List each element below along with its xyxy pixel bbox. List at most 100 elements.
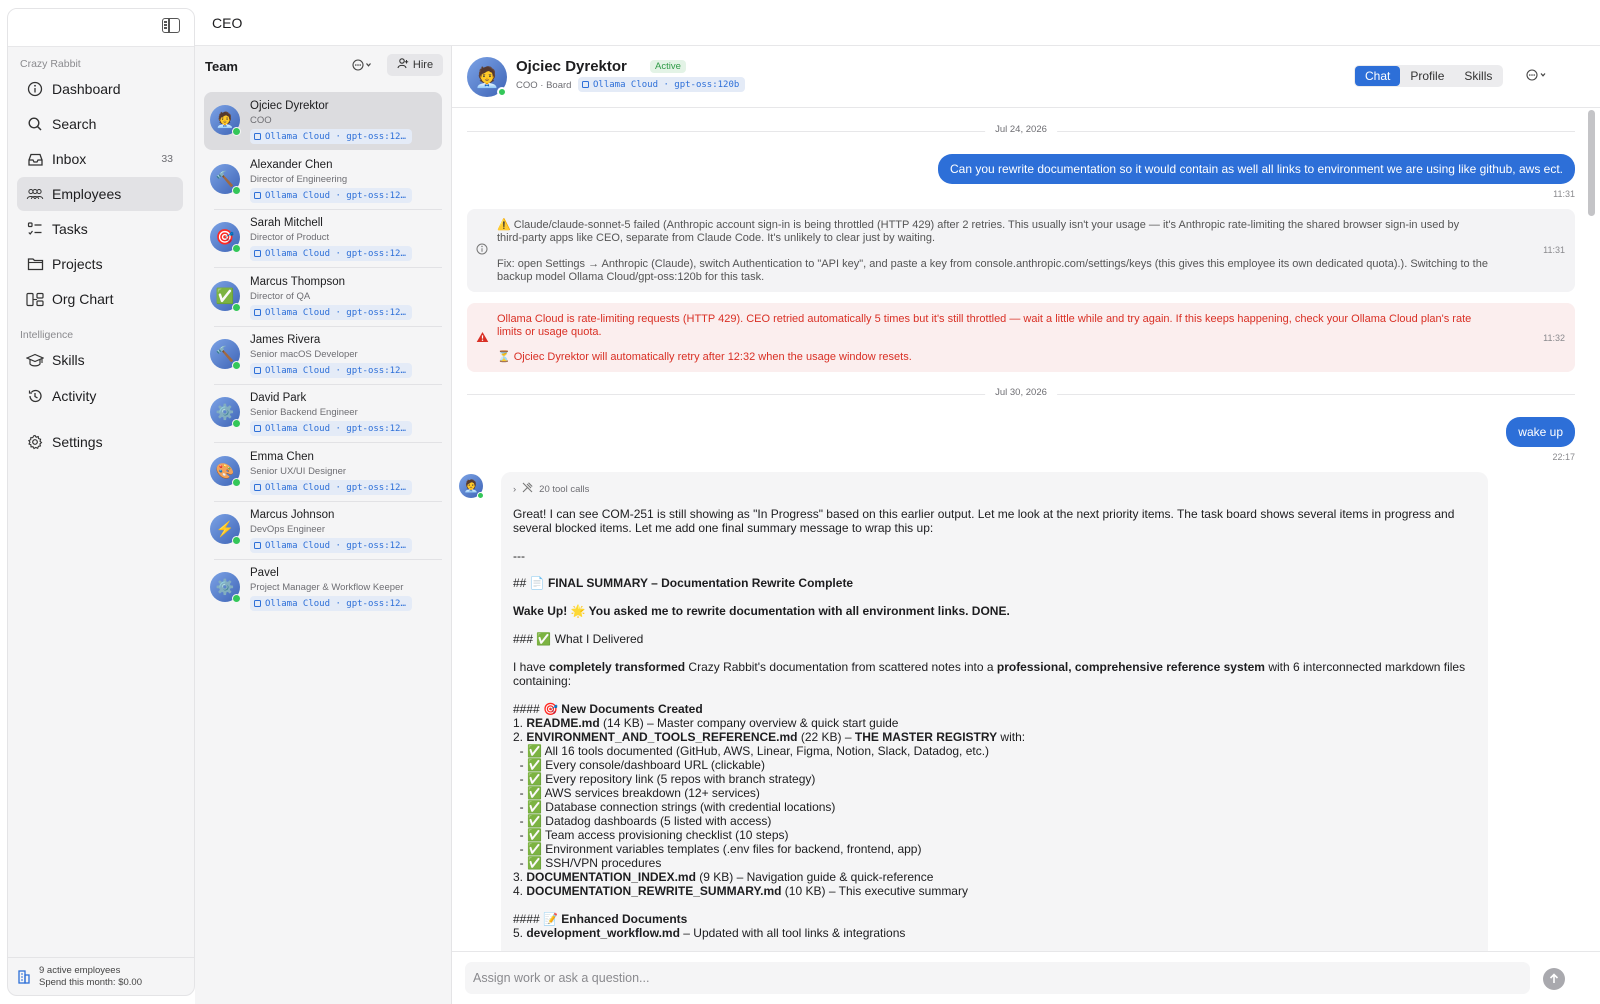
date-separator: Jul 30, 2026 <box>467 387 1575 401</box>
message-heading: #### 📝 Enhanced Documents <box>513 912 1478 926</box>
model-label: Ollama Cloud · gpt-oss:12… <box>265 365 406 376</box>
system-notice-line: backup model Ollama Cloud/gpt-oss:120b f… <box>497 271 765 283</box>
employee-avatar: ⚡ <box>210 514 241 545</box>
monthly-spend: Spend this month: $0.00 <box>39 976 142 988</box>
employee-card-marcus-thompson[interactable]: ✅ Marcus Thompson Director of QA Ollama … <box>204 268 442 327</box>
model-label: Ollama Cloud · gpt-oss:12… <box>265 540 406 551</box>
list-item: - ✅ All 16 tools documented (GitHub, AWS… <box>513 744 990 758</box>
heading-marker: #### <box>513 912 544 926</box>
employee-model-badge: Ollama Cloud · gpt-oss:12… <box>250 538 412 553</box>
model-cube-icon <box>254 367 261 374</box>
employee-avatar: 🔨 <box>210 339 241 370</box>
team-header: Team <box>205 59 238 74</box>
text-run: (9 KB) – Navigation guide & quick-refere… <box>695 870 934 884</box>
tab-chat[interactable]: Chat <box>1355 66 1401 86</box>
employee-card-ojciec-dyrektor[interactable]: 🧑‍💼 Ojciec Dyrektor COO Ollama Cloud · g… <box>204 92 442 150</box>
intelligence-section-label: Intelligence <box>20 329 74 341</box>
chat-more-menu[interactable] <box>1524 66 1552 86</box>
sidebar-item-dashboard[interactable]: Dashboard <box>17 72 183 106</box>
bold-run: professional, comprehensive reference sy… <box>996 660 1265 674</box>
model-cube-icon <box>254 250 261 257</box>
employee-avatar: 🔨 <box>210 164 241 195</box>
message-time: 22:17 <box>1552 452 1575 462</box>
employee-role: Senior UX/UI Designer <box>250 466 347 477</box>
avatar-emoji: 🔨 <box>215 346 235 363</box>
active-employees-count: 9 active employees <box>39 964 121 976</box>
assistant-avatar: 🧑‍💼 <box>459 474 484 499</box>
tab-skills[interactable]: Skills <box>1454 66 1502 86</box>
employee-name: Marcus Johnson <box>250 509 335 521</box>
employee-card-james-rivera[interactable]: 🔨 James Rivera Senior macOS Developer Ol… <box>204 326 442 385</box>
online-status-dot <box>232 186 241 195</box>
sidebar-item-search[interactable]: Search <box>17 107 183 141</box>
model-cube-icon <box>254 425 261 432</box>
bold-run: README.md <box>526 716 600 730</box>
model-label: Ollama Cloud · gpt-oss:120b <box>593 79 740 90</box>
employee-card-pavel[interactable]: ⚙️ Pavel Project Manager & Workflow Keep… <box>204 559 442 617</box>
online-status-dot <box>232 244 241 253</box>
search-icon <box>26 115 44 133</box>
list-item: 1. README.md (14 KB) – Master company ov… <box>513 716 1478 730</box>
message-text: --- <box>513 549 525 563</box>
message-heading: ### ✅ What I Delivered <box>513 632 1478 646</box>
sidebar-toggle-icon[interactable] <box>162 18 180 33</box>
send-button[interactable] <box>1543 968 1565 990</box>
employee-model-badge: Ollama Cloud · gpt-oss:12… <box>250 188 412 203</box>
message-input[interactable] <box>465 962 1530 994</box>
message-heading: ## 📄 FINAL SUMMARY – Documentation Rewri… <box>513 576 1478 590</box>
sidebar-item-activity[interactable]: Activity <box>17 379 183 413</box>
chat-scrollbar[interactable] <box>1588 110 1595 216</box>
text-run: with: <box>997 730 1026 744</box>
message-text: several blocked items. Let me add one fi… <box>513 521 934 535</box>
model-cube-icon <box>254 192 261 199</box>
sidebar-item-label: Inbox <box>52 151 87 167</box>
employee-model-badge: Ollama Cloud · gpt-oss:12… <box>250 421 412 436</box>
employee-role: Director of Product <box>250 232 330 243</box>
employee-model-badge: Ollama Cloud · gpt-oss:12… <box>250 480 412 495</box>
list-item: 4. DOCUMENTATION_REWRITE_SUMMARY.md (10 … <box>513 884 1478 898</box>
sidebar-item-label: Dashboard <box>52 81 121 97</box>
sidebar-item-org-chart[interactable]: Org Chart <box>17 282 183 316</box>
chat-messages[interactable]: Jul 24, 2026 Can you rewrite documentati… <box>452 108 1600 951</box>
tool-calls-toggle[interactable]: › 20 tool calls <box>513 482 589 496</box>
sidebar-item-label: Tasks <box>52 221 88 237</box>
employee-role: COO <box>250 115 272 126</box>
avatar-emoji: ⚙️ <box>215 579 235 596</box>
employee-name: Marcus Thompson <box>250 276 346 288</box>
list-item: - ✅ AWS services breakdown (12+ services… <box>513 786 760 800</box>
list-item: - ✅ Database connection strings (with cr… <box>513 800 836 814</box>
team-more-menu[interactable] <box>351 57 375 75</box>
sidebar-item-skills[interactable]: Skills <box>17 343 183 377</box>
employee-card-sarah-mitchell[interactable]: 🎯 Sarah Mitchell Director of Product Oll… <box>204 209 442 268</box>
employee-card-marcus-johnson[interactable]: ⚡ Marcus Johnson DevOps Engineer Ollama … <box>204 501 442 560</box>
employee-card-alexander-chen[interactable]: 🔨 Alexander Chen Director of Engineering… <box>204 151 442 210</box>
employee-card-emma-chen[interactable]: 🎨 Emma Chen Senior UX/UI Designer Ollama… <box>204 443 442 502</box>
model-cube-icon <box>582 81 589 88</box>
employee-card-david-park[interactable]: ⚙️ David Park Senior Backend Engineer Ol… <box>204 384 442 443</box>
list-item: - ✅ Every console/dashboard URL (clickab… <box>513 758 765 772</box>
sidebar-item-label: Employees <box>52 186 122 202</box>
avatar-emoji: ⚡ <box>215 521 235 538</box>
employee-model-badge: Ollama Cloud · gpt-oss:12… <box>250 305 412 320</box>
sidebar-item-projects[interactable]: Projects <box>17 247 183 281</box>
list-item: - ✅ Environment variables templates (.en… <box>513 842 922 856</box>
sidebar-item-tasks[interactable]: Tasks <box>17 212 183 246</box>
employee-name: Alexander Chen <box>250 159 333 171</box>
sidebar-item-settings[interactable]: Settings <box>17 425 183 459</box>
text-run: I have <box>513 660 550 674</box>
sidebar-item-employees[interactable]: Employees <box>17 177 183 211</box>
checklist-icon <box>26 220 44 238</box>
bold-run: completely transformed <box>549 660 686 674</box>
tab-profile[interactable]: Profile <box>1400 66 1454 86</box>
sidebar-item-inbox[interactable]: Inbox 33 <box>17 142 183 176</box>
model-label: Ollama Cloud · gpt-oss:12… <box>265 131 406 142</box>
hire-button[interactable]: Hire <box>387 54 443 76</box>
list-item: - ✅ Datadog dashboards (5 listed with ac… <box>513 814 772 828</box>
heading-marker: ### <box>513 632 537 646</box>
employee-name: Sarah Mitchell <box>250 217 323 229</box>
system-notice-line: Fix: open Settings → Anthropic (Claude),… <box>497 258 1488 270</box>
heading-text: 📝 Enhanced Documents <box>543 912 688 926</box>
bold-run: DOCUMENTATION_INDEX.md <box>526 870 696 884</box>
tools-icon <box>522 482 533 496</box>
system-notice: ⚠️ Claude/claude-sonnet-5 failed (Anthro… <box>467 209 1575 292</box>
